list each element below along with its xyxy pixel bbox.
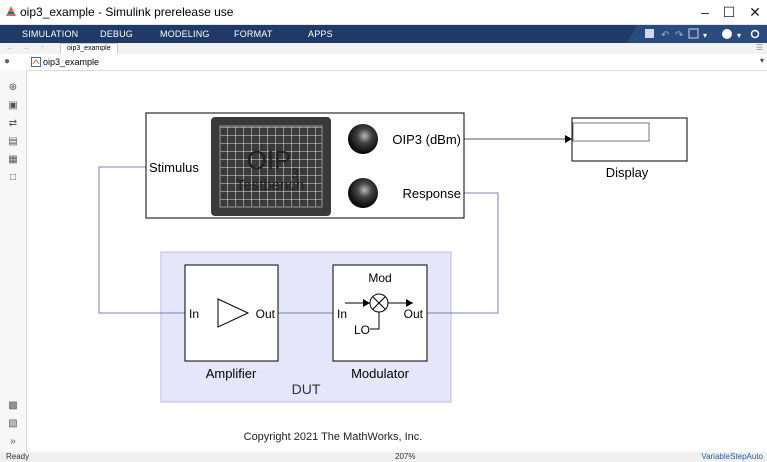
fit-view-icon[interactable]: ▣ bbox=[7, 100, 19, 112]
arrow-head-icon bbox=[565, 135, 572, 143]
modulator-in-label: In bbox=[337, 307, 347, 321]
property-inspector-icon[interactable]: ▧ bbox=[7, 418, 19, 430]
chevron-down-icon[interactable]: ▾ bbox=[703, 31, 707, 40]
status-text: Ready bbox=[6, 452, 30, 461]
tab-debug[interactable]: DEBUG bbox=[100, 25, 133, 43]
chevron-down-icon[interactable]: ▾ bbox=[760, 56, 764, 65]
image-icon[interactable]: ▦ bbox=[7, 154, 19, 166]
zoom-level: 207% bbox=[395, 452, 416, 461]
tab-modeling[interactable]: MODELING bbox=[160, 25, 210, 43]
status-bar: Ready 207% VariableStepAuto bbox=[0, 452, 767, 462]
amplifier-in-label: In bbox=[189, 307, 199, 321]
testbench-screen-title: Testbench bbox=[236, 177, 304, 194]
back-icon[interactable]: ← bbox=[6, 43, 14, 52]
amplifier-label: Amplifier bbox=[206, 366, 257, 381]
model-icon bbox=[31, 57, 41, 67]
left-toolbar: ⊕ ▣ ⇄ ▤ ▦ □ ▩ ▧ » bbox=[0, 70, 27, 452]
model-browser-icon[interactable]: ● bbox=[4, 56, 10, 67]
knob-icon bbox=[348, 178, 378, 208]
save-icon[interactable] bbox=[645, 29, 654, 38]
collapse-icon[interactable]: ☰ bbox=[756, 43, 763, 52]
up-icon[interactable]: ↑ bbox=[40, 43, 44, 52]
undo-icon[interactable]: ↶ bbox=[661, 30, 669, 41]
knob-icon bbox=[348, 124, 378, 154]
breadcrumb-tab[interactable]: oip3_example bbox=[60, 43, 118, 54]
solver-link[interactable]: VariableStepAuto bbox=[701, 452, 763, 462]
block-diagram: DUT OIP 3 Testbench Stimulus OIP3 (dBm) … bbox=[98, 112, 688, 443]
tab-simulation[interactable]: SIMULATION bbox=[22, 25, 78, 43]
amplifier-out-label: Out bbox=[256, 307, 276, 321]
copyright-note: Copyright 2021 The MathWorks, Inc. bbox=[244, 431, 423, 443]
model-canvas[interactable]: DUT OIP 3 Testbench Stimulus OIP3 (dBm) … bbox=[27, 71, 767, 452]
ribbon-tab-bar: SIMULATION DEBUG MODELING FORMAT APPS ↶ … bbox=[0, 25, 767, 43]
redo-icon[interactable]: ↷ bbox=[675, 30, 684, 41]
forward-icon[interactable]: → bbox=[22, 43, 30, 52]
tab-apps[interactable]: APPS bbox=[308, 25, 333, 43]
model-path[interactable]: oip3_example bbox=[43, 57, 99, 67]
tab-format[interactable]: FORMAT bbox=[234, 25, 273, 43]
quick-access-toolbar: ↶ ↷ ▾ ▾ bbox=[627, 25, 767, 43]
port-stimulus-label: Stimulus bbox=[149, 160, 199, 175]
arrows-icon[interactable]: ⇄ bbox=[7, 118, 19, 130]
close-button[interactable]: ✕ bbox=[740, 2, 767, 22]
modulator-lo-label: LO bbox=[354, 323, 370, 337]
chevron-down-icon[interactable]: ▾ bbox=[737, 31, 741, 40]
address-bar: ● oip3_example ▾ bbox=[0, 54, 767, 71]
simulink-logo-icon bbox=[6, 6, 16, 16]
display-label: Display bbox=[606, 165, 649, 180]
dut-label: DUT bbox=[292, 381, 321, 397]
testbench-screen-oip: OIP bbox=[247, 145, 292, 175]
port-oip3-label: OIP3 (dBm) bbox=[392, 132, 461, 147]
screenshot-icon[interactable]: ▩ bbox=[7, 400, 19, 412]
port-response-label: Response bbox=[402, 186, 461, 201]
modulator-out-label: Out bbox=[404, 307, 424, 321]
area-icon[interactable]: □ bbox=[7, 172, 19, 184]
display-value-box bbox=[572, 122, 650, 142]
window-title: oip3_example - Simulink prerelease use bbox=[20, 5, 234, 19]
expand-toolbar-icon[interactable]: » bbox=[7, 436, 19, 448]
modulator-label: Modulator bbox=[351, 366, 409, 381]
help-icon[interactable] bbox=[722, 29, 732, 39]
annotation-icon[interactable]: ▤ bbox=[7, 136, 19, 148]
modulator-mod-label: Mod bbox=[368, 271, 391, 285]
title-bar: oip3_example - Simulink prerelease use –… bbox=[0, 0, 767, 25]
zoom-icon[interactable]: ⊕ bbox=[7, 82, 19, 94]
